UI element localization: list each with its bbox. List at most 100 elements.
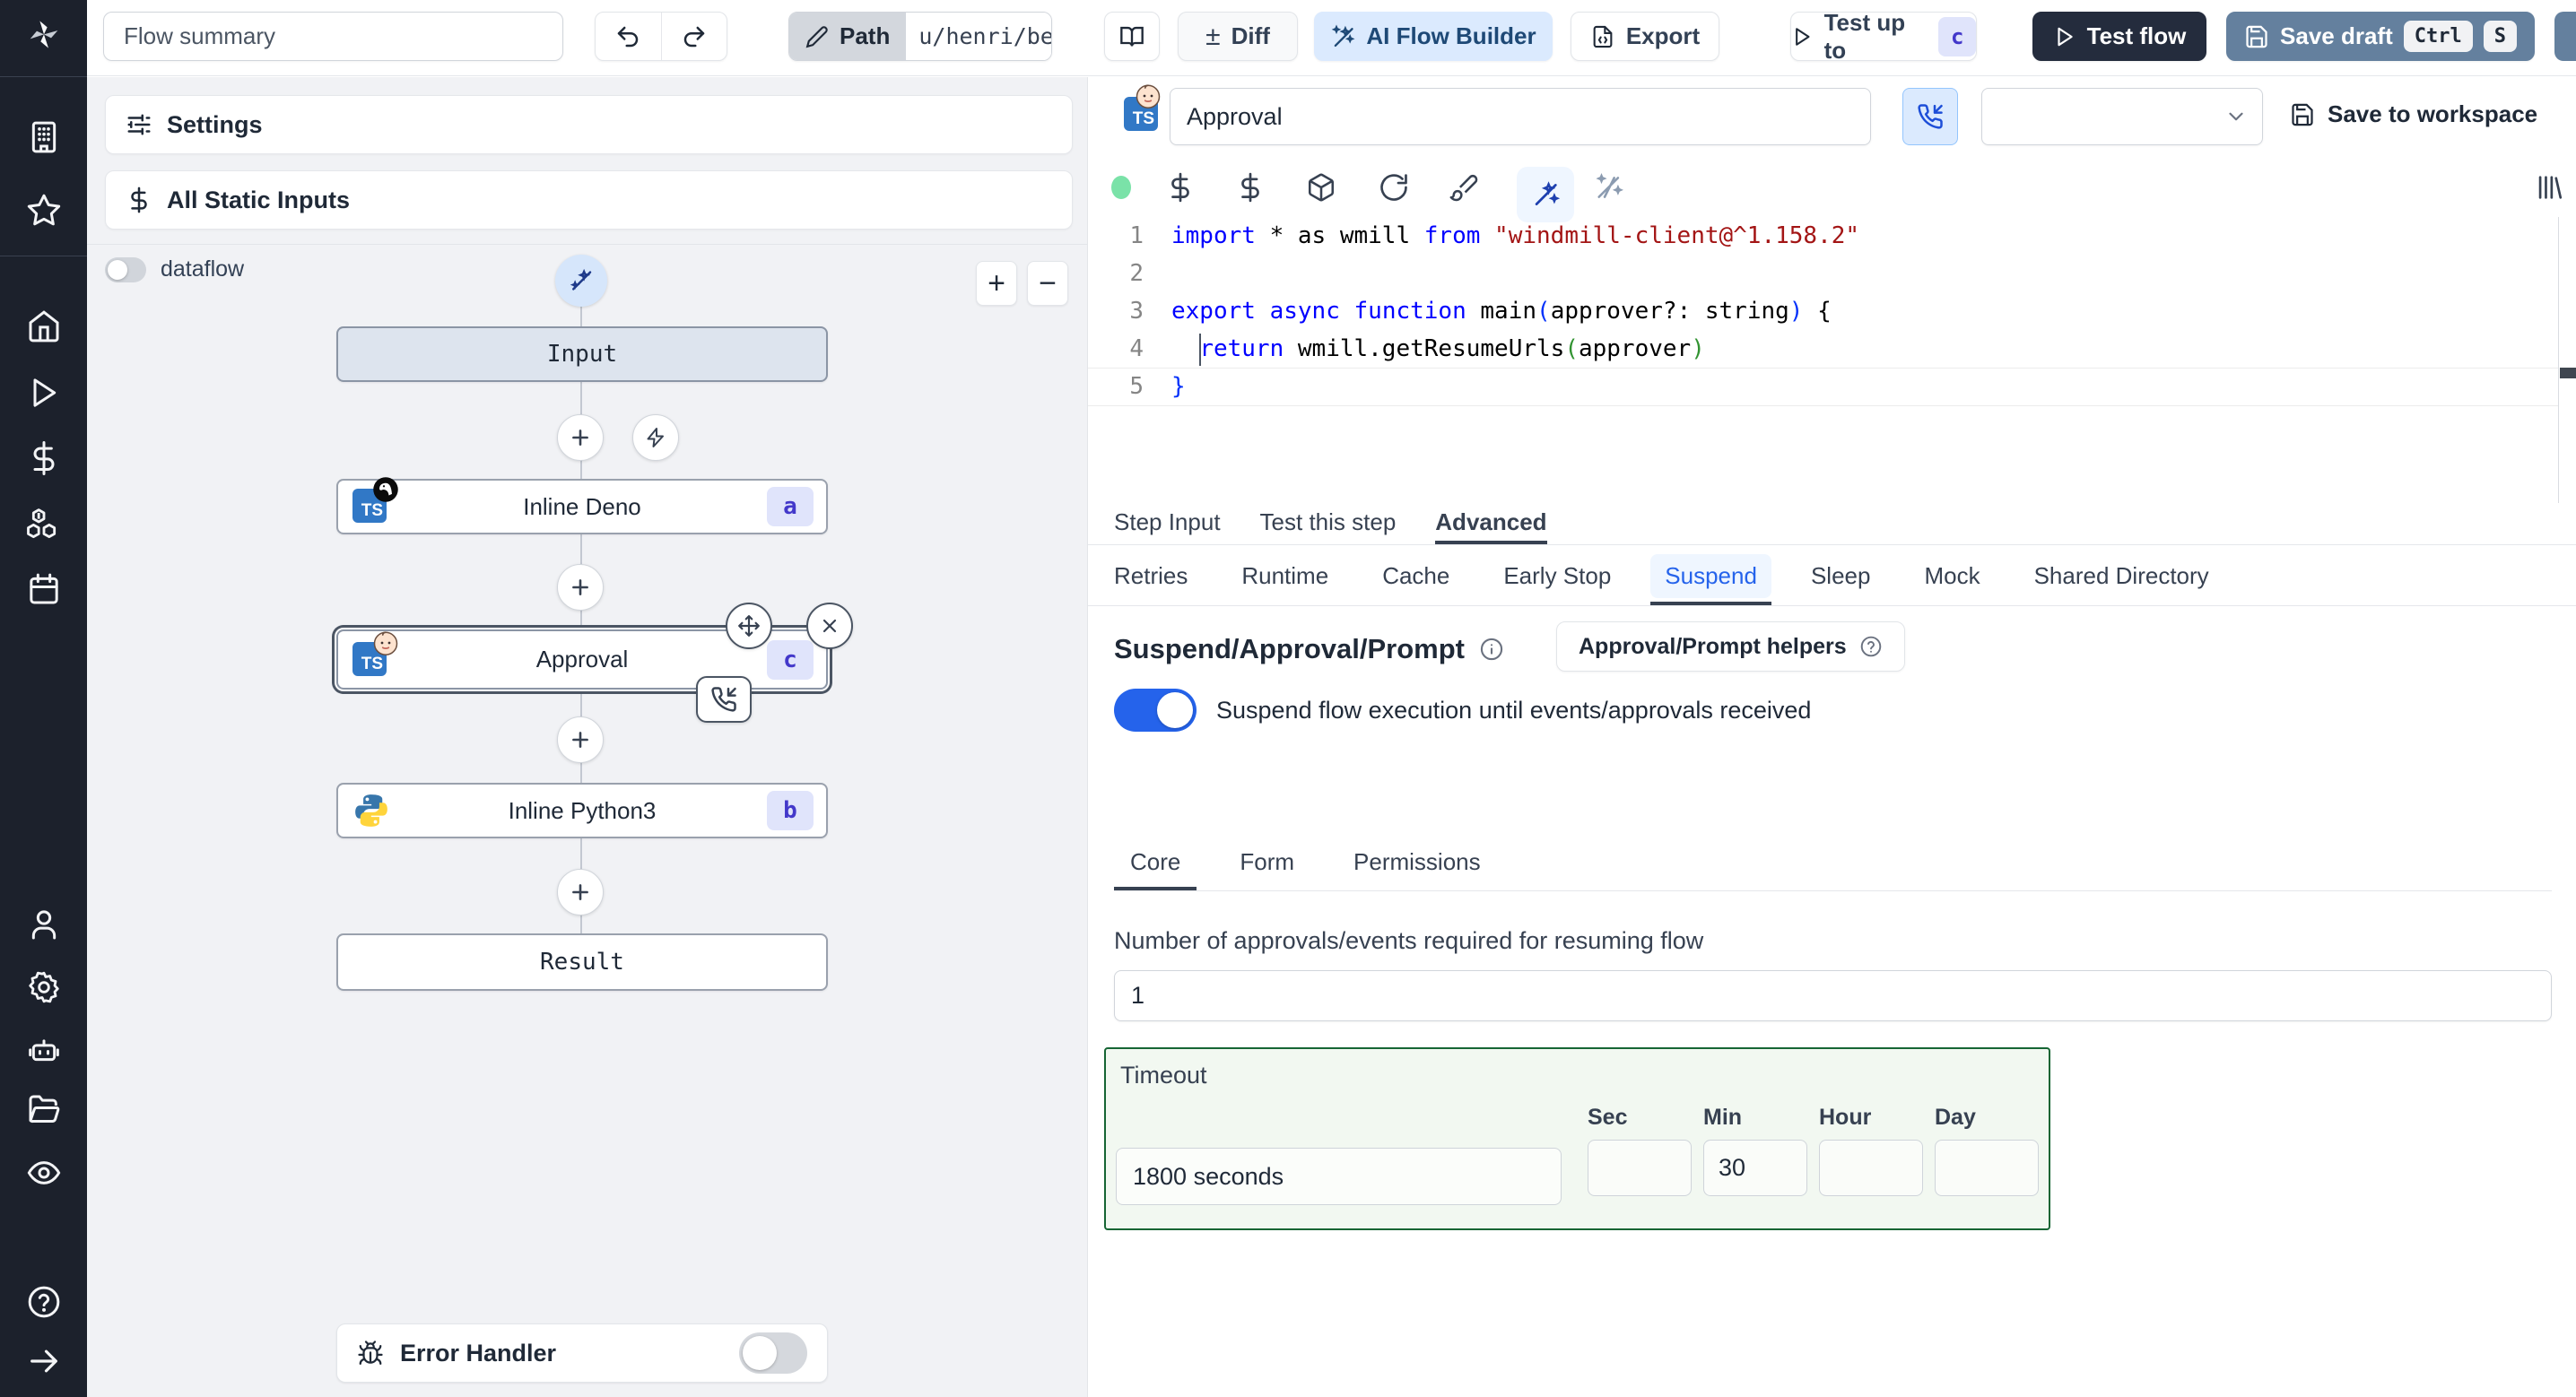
zoom-in-button[interactable]: + <box>976 261 1017 306</box>
plus-icon <box>572 884 588 900</box>
redo-button[interactable] <box>662 13 727 60</box>
tab-retries[interactable]: Retries <box>1100 545 1202 605</box>
suspend-enable-toggle[interactable] <box>1114 689 1197 732</box>
ai-graph-wand-button[interactable] <box>555 255 607 307</box>
tab-cache[interactable]: Cache <box>1368 545 1464 605</box>
dataflow-toggle-row: dataflow <box>105 256 244 282</box>
unit-label: Day <box>1935 1105 1976 1130</box>
graph-node-inline-python3[interactable]: Inline Python3 b <box>336 783 828 838</box>
save-to-workspace-button[interactable]: Save to workspace <box>2290 100 2537 128</box>
add-step-button[interactable] <box>557 716 604 763</box>
tab-advanced[interactable]: Advanced <box>1435 503 1547 544</box>
tab-suspend[interactable]: Suspend <box>1650 545 1771 605</box>
add-step-button[interactable] <box>557 414 604 461</box>
resources-cubes-icon[interactable] <box>26 506 62 542</box>
text-cursor <box>1199 334 1201 366</box>
timeout-hour-input[interactable] <box>1819 1140 1923 1196</box>
resources-dollar-icon[interactable] <box>1235 172 1266 203</box>
save-draft-button[interactable]: Save draft Ctrl S <box>2226 12 2535 61</box>
step-name-input[interactable] <box>1170 88 1871 145</box>
expand-sidebar-arrow-icon[interactable] <box>26 1343 62 1379</box>
package-icon[interactable] <box>1306 172 1336 203</box>
approvals-count-input[interactable] <box>1114 970 2552 1021</box>
tab-test-this-step[interactable]: Test this step <box>1260 503 1397 544</box>
code-line[interactable] <box>1171 255 1859 292</box>
move-step-button[interactable] <box>726 603 772 649</box>
error-handler-toggle[interactable] <box>739 1332 807 1374</box>
flow-summary-input[interactable] <box>103 12 563 61</box>
audit-eye-icon[interactable] <box>26 1155 62 1191</box>
code-line[interactable]: export async function main(approver?: st… <box>1171 292 1859 330</box>
help-icon[interactable] <box>26 1284 62 1320</box>
timeout-min-input[interactable] <box>1703 1140 1807 1196</box>
tab-shared-directory[interactable]: Shared Directory <box>2020 545 2224 605</box>
suspend-toggle-label: Suspend flow execution until events/appr… <box>1216 696 1812 724</box>
timeout-day-input[interactable] <box>1935 1140 2039 1196</box>
undo-button[interactable] <box>596 13 662 60</box>
approval-prompt-helpers-button[interactable]: Approval/Prompt helpers <box>1556 621 1905 672</box>
suspend-phone-toggle-button[interactable] <box>1902 88 1958 145</box>
tab-step-input[interactable]: Step Input <box>1114 503 1221 544</box>
script-version-dropdown[interactable] <box>1981 88 2263 145</box>
info-icon[interactable] <box>1479 637 1504 662</box>
graph-node-input[interactable]: Input <box>336 326 828 382</box>
timeout-readable-value[interactable]: 1800 seconds <box>1116 1148 1562 1205</box>
tab-sleep[interactable]: Sleep <box>1797 545 1885 605</box>
script-library-icon[interactable] <box>2534 172 2564 203</box>
delete-step-button[interactable] <box>806 603 853 649</box>
ai-flow-builder-label: AI Flow Builder <box>1366 22 1536 49</box>
add-trigger-zap-button[interactable] <box>632 414 679 461</box>
error-handler-card[interactable]: Error Handler <box>336 1323 828 1383</box>
dataflow-toggle[interactable] <box>105 256 146 282</box>
flow-settings-button[interactable]: Settings <box>105 95 1073 154</box>
export-button[interactable]: Export <box>1571 12 1719 61</box>
schedules-calendar-icon[interactable] <box>26 571 62 607</box>
folders-icon[interactable] <box>26 1092 62 1128</box>
step-id-badge: b <box>767 791 814 830</box>
code-editor[interactable]: 12345 import * as wmill from "windmill-c… <box>1088 217 2576 503</box>
reload-icon[interactable] <box>1379 172 1409 203</box>
workers-robot-icon[interactable] <box>26 1031 62 1067</box>
diff-button[interactable]: ± Diff <box>1178 12 1298 61</box>
workspace-building-icon[interactable] <box>26 119 62 155</box>
tab-runtime[interactable]: Runtime <box>1227 545 1343 605</box>
path-button[interactable]: Path <box>789 13 907 60</box>
test-up-to-button[interactable]: Test up to c <box>1790 9 1977 64</box>
tab-early-stop[interactable]: Early Stop <box>1489 545 1625 605</box>
timeout-sec-input[interactable] <box>1588 1140 1692 1196</box>
all-static-inputs-button[interactable]: All Static Inputs <box>105 170 1073 230</box>
variables-dollar-icon[interactable] <box>26 440 62 476</box>
add-step-button[interactable] <box>557 869 604 915</box>
test-up-to-label: Test up to <box>1823 8 1906 64</box>
zoom-out-button[interactable]: − <box>1027 261 1068 306</box>
add-step-button[interactable] <box>557 564 604 611</box>
code-line[interactable]: import * as wmill from "windmill-client@… <box>1171 217 1859 255</box>
save-draft-label: Save draft <box>2280 22 2393 49</box>
ai-assistant-wand-button[interactable] <box>1517 167 1574 222</box>
tab-form[interactable]: Form <box>1223 836 1310 890</box>
test-flow-button[interactable]: Test flow <box>2032 12 2206 61</box>
format-brush-icon[interactable] <box>1449 172 1479 203</box>
code-line[interactable]: } <box>1171 368 1859 405</box>
variables-dollar-icon[interactable] <box>1165 172 1196 203</box>
graph-node-inline-deno[interactable]: TS Inline Deno a <box>336 477 828 534</box>
windmill-logo-icon[interactable] <box>26 18 62 54</box>
path-label: Path <box>840 22 891 49</box>
code-line[interactable]: return wmill.getResumeUrls(approver) <box>1171 330 1859 368</box>
tab-permissions[interactable]: Permissions <box>1337 836 1497 890</box>
favorites-star-icon[interactable] <box>26 192 62 228</box>
path-value[interactable]: u/henri/bes <box>906 13 1051 60</box>
code-content[interactable]: import * as wmill from "windmill-client@… <box>1171 217 1859 405</box>
tab-core[interactable]: Core <box>1114 836 1197 890</box>
users-person-icon[interactable] <box>26 907 62 942</box>
graph-node-result[interactable]: Result <box>336 933 828 991</box>
deploy-button-partial[interactable] <box>2554 12 2576 61</box>
docs-book-button[interactable] <box>1104 12 1160 61</box>
ai-flow-builder-button[interactable]: AI Flow Builder <box>1314 12 1553 61</box>
settings-gear-icon[interactable] <box>26 969 62 1005</box>
ai-sparkles-disabled-icon[interactable] <box>1594 172 1624 203</box>
tab-mock[interactable]: Mock <box>1910 545 1994 605</box>
runs-play-icon[interactable] <box>26 375 62 411</box>
plus-icon <box>572 732 588 748</box>
home-icon[interactable] <box>26 308 62 344</box>
